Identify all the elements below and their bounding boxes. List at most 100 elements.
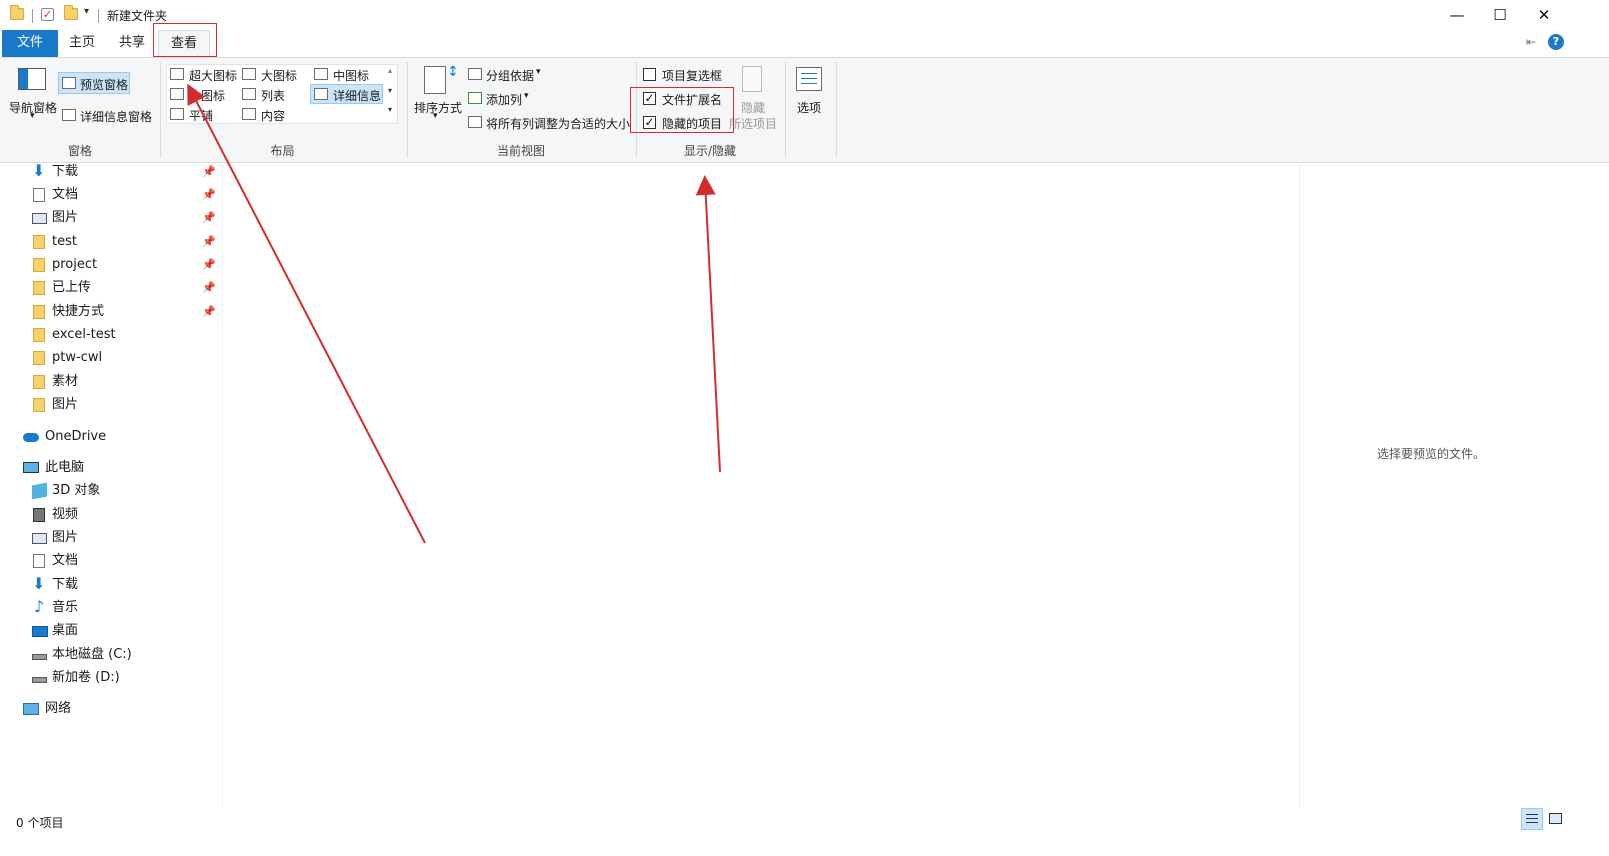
nav-item-label: 音乐 [52, 600, 79, 615]
nav-item-desktop[interactable]: 桌面 [32, 620, 220, 642]
folder-icon [10, 5, 24, 20]
nav-item-label: 此电脑 [45, 460, 85, 475]
details-pane-button[interactable]: 详细信息窗格 [80, 108, 152, 125]
nav-item-downloads[interactable]: ⬇ 下载 [32, 574, 220, 596]
list-icon [242, 88, 256, 100]
nav-item-label: 图片 [52, 530, 79, 545]
chevron-down-icon[interactable]: ▾ [536, 67, 541, 77]
nav-item-label: 图片 [52, 210, 79, 225]
options-button[interactable]: 选项 [797, 99, 821, 116]
preview-pane-icon [62, 77, 76, 89]
layout-list[interactable]: 列表 [261, 87, 285, 104]
sort-by-button[interactable]: 排序方式 [414, 99, 462, 116]
customize-toolbar-icon[interactable]: ▾ [84, 6, 89, 17]
document-icon [33, 554, 45, 568]
nav-item-3d-objects[interactable]: 3D 对象 [32, 480, 220, 502]
nav-item-folder[interactable]: excel-test [32, 324, 220, 346]
tiles-icon [170, 108, 184, 120]
layout-large-icons[interactable]: 大图标 [261, 67, 297, 84]
help-icon[interactable]: ? [1548, 34, 1564, 50]
nav-item-label: 素材 [52, 374, 79, 389]
gallery-scroll-down-icon[interactable]: ▾ [388, 86, 392, 95]
pin-icon[interactable]: 📌 [202, 207, 216, 229]
current-view-group-label: 当前视图 [496, 144, 545, 158]
tab-view[interactable]: 查看 [158, 30, 210, 57]
nav-item-folder[interactable]: test 📌 [32, 231, 220, 253]
nav-item-folder[interactable]: project 📌 [32, 254, 220, 276]
item-checkboxes-checkbox[interactable] [643, 68, 656, 81]
pictures-icon [32, 533, 47, 544]
details-view-toggle[interactable] [1521, 808, 1543, 830]
nav-item-folder[interactable]: 快捷方式 📌 [32, 301, 220, 323]
nav-item-folder[interactable]: 素材 [32, 371, 220, 393]
nav-item-videos[interactable]: 视频 [32, 504, 220, 526]
nav-item-label: 已上传 [52, 280, 92, 295]
properties-icon[interactable]: ✓ [41, 8, 54, 21]
nav-pane-icon [18, 68, 46, 90]
maximize-button[interactable]: ☐ [1477, 0, 1523, 30]
nav-item-folder[interactable]: ptw-cwl [32, 347, 220, 369]
nav-item-this-pc[interactable]: 此电脑 [23, 457, 213, 479]
layout-medium-icons[interactable]: 中图标 [333, 67, 369, 84]
close-button[interactable]: ✕ [1521, 0, 1567, 30]
large-icons-view-toggle[interactable] [1544, 808, 1566, 830]
fit-columns-button[interactable]: 将所有列调整为合适的大小 [486, 115, 630, 132]
drive-icon [32, 654, 47, 660]
item-checkboxes-label[interactable]: 项目复选框 [662, 67, 722, 84]
small-icons-icon [170, 88, 184, 100]
nav-item-documents[interactable]: 文档 📌 [32, 184, 220, 206]
nav-item-label: 文档 [52, 187, 79, 202]
tab-share[interactable]: 共享 [110, 30, 154, 57]
pin-icon[interactable]: 📌 [202, 161, 216, 183]
pin-icon[interactable]: 📌 [202, 277, 216, 299]
new-folder-icon[interactable] [64, 5, 78, 20]
nav-item-folder[interactable]: 图片 [32, 394, 220, 416]
ribbon: 导航窗格 ▾ 预览窗格 详细信息窗格 窗格 超大图标 大图标 中图标 小图标 列… [0, 57, 1609, 163]
nav-item-downloads[interactable]: ⬇ 下载 📌 [32, 161, 220, 183]
layout-content[interactable]: 内容 [261, 107, 285, 124]
nav-item-drive-c[interactable]: 本地磁盘 (C:) [32, 644, 220, 666]
layout-details[interactable]: 详细信息 [333, 87, 381, 104]
document-icon [33, 188, 45, 202]
nav-item-drive-d[interactable]: 新加卷 (D:) [32, 667, 220, 689]
nav-item-documents[interactable]: 文档 [32, 550, 220, 572]
nav-item-pictures[interactable]: 图片 📌 [32, 207, 220, 229]
collapse-ribbon-icon[interactable]: ⇤ [1526, 35, 1536, 49]
hidden-items-label[interactable]: 隐藏的项目 [662, 115, 722, 132]
hide-selected-label-1[interactable]: 隐藏 [741, 99, 765, 116]
pin-icon[interactable]: 📌 [202, 184, 216, 206]
chevron-down-icon[interactable]: ▾ [30, 111, 35, 121]
nav-item-onedrive[interactable]: OneDrive [23, 426, 213, 448]
group-by-button[interactable]: 分组依据 [486, 67, 534, 84]
nav-item-pictures[interactable]: 图片 [32, 527, 220, 549]
chevron-down-icon[interactable]: ▾ [433, 111, 438, 121]
pin-icon[interactable]: 📌 [202, 254, 216, 276]
nav-item-music[interactable]: ♪ 音乐 [32, 597, 220, 619]
pin-icon[interactable]: 📌 [202, 301, 216, 323]
add-column-button[interactable]: 添加列 [486, 91, 522, 108]
gallery-scroll-up-icon[interactable]: ▴ [388, 66, 392, 75]
tab-home[interactable]: 主页 [60, 30, 104, 57]
gallery-expand-icon[interactable]: ▾ [388, 105, 392, 114]
pin-icon[interactable]: 📌 [202, 231, 216, 253]
music-icon: ♪ [34, 597, 45, 616]
folder-icon [33, 281, 45, 295]
layout-tiles[interactable]: 平铺 [189, 107, 213, 124]
layout-small-icons[interactable]: 小图标 [189, 87, 225, 104]
file-list-area[interactable] [223, 163, 1299, 808]
hide-selected-label-2[interactable]: 所选项目 [729, 115, 777, 132]
layout-extra-large-icons[interactable]: 超大图标 [189, 67, 237, 84]
file-extensions-checkbox[interactable]: ✓ [643, 92, 656, 105]
nav-item-network[interactable]: 网络 [23, 698, 213, 720]
extra-large-icons-icon [170, 68, 184, 80]
tab-file[interactable]: 文件 [2, 30, 58, 57]
nav-item-label: test [52, 234, 77, 249]
minimize-button[interactable]: — [1434, 0, 1480, 30]
folder-icon [33, 328, 45, 342]
file-extensions-label[interactable]: 文件扩展名 [662, 91, 722, 108]
hidden-items-checkbox[interactable]: ✓ [643, 116, 656, 129]
preview-empty-text: 选择要预览的文件。 [1376, 447, 1485, 461]
chevron-down-icon[interactable]: ▾ [524, 91, 529, 101]
folder-icon [33, 375, 45, 389]
nav-item-folder[interactable]: 已上传 📌 [32, 277, 220, 299]
